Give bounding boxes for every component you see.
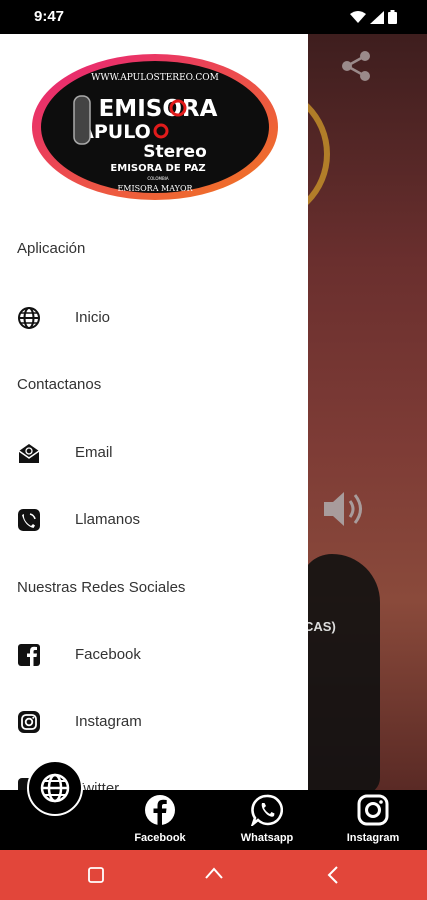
status-time: 9:47: [34, 8, 65, 25]
wifi-icon: [350, 10, 366, 23]
nav-whatsapp[interactable]: Whatsapp: [222, 794, 312, 850]
microphone-icon: [73, 95, 91, 145]
nav-label-facebook: Facebook: [134, 832, 186, 844]
station-logo: WWW.APULOSTEREO.COM EMISORA APULO Stereo…: [30, 52, 280, 202]
logo-line6: EMISORA MAYOR: [117, 184, 193, 193]
instagram-icon: [18, 711, 40, 733]
phone-icon: [18, 509, 40, 531]
share-button[interactable]: [341, 50, 371, 87]
web-fab-button[interactable]: [27, 760, 83, 816]
status-icons: [350, 10, 397, 24]
menu-label-instagram: Instagram: [75, 713, 142, 730]
menu-label-email: Email: [75, 444, 113, 461]
menu-item-facebook[interactable]: Facebook: [0, 630, 308, 680]
section-header-contactanos: Contactanos: [17, 376, 102, 393]
email-icon: [18, 444, 40, 463]
background-partial-text: CAS): [304, 619, 336, 634]
back-button[interactable]: [323, 864, 345, 886]
battery-icon: [388, 10, 397, 24]
facebook-icon: [145, 795, 175, 825]
nav-facebook[interactable]: Facebook: [115, 794, 205, 850]
menu-label-inicio: Inicio: [75, 309, 111, 326]
volume-icon: [324, 492, 362, 526]
system-navigation-bar: [0, 850, 427, 900]
nav-label-whatsapp: Whatsapp: [240, 832, 294, 844]
globe-icon: [18, 307, 40, 329]
logo-line1: EMISORA: [99, 96, 218, 122]
navigation-drawer: WWW.APULOSTEREO.COM EMISORA APULO Stereo…: [0, 34, 308, 790]
status-bar: 9:47: [0, 0, 427, 34]
menu-item-email[interactable]: Email: [0, 428, 308, 478]
logo-line4: EMISORA DE PAZ: [110, 163, 205, 174]
logo-line5: COLOMBIA: [147, 176, 169, 181]
logo-url: WWW.APULOSTEREO.COM: [91, 73, 219, 83]
share-icon: [342, 51, 370, 81]
whatsapp-icon: [251, 794, 283, 826]
facebook-icon: [18, 644, 40, 666]
globe-icon: [40, 773, 70, 803]
background-silhouette: [300, 554, 380, 790]
menu-label-llamanos: Llamanos: [75, 511, 141, 528]
home-button[interactable]: [203, 864, 225, 886]
menu-label-facebook: Facebook: [75, 646, 141, 663]
menu-item-llamanos[interactable]: Llamanos: [0, 495, 308, 545]
signal-icon: [370, 10, 384, 24]
section-header-aplicacion: Aplicación: [17, 240, 86, 257]
menu-item-instagram[interactable]: Instagram: [0, 697, 308, 747]
nav-instagram[interactable]: Instagram: [328, 794, 418, 850]
section-header-redes-sociales: Nuestras Redes Sociales: [17, 579, 186, 596]
instagram-icon: [357, 794, 389, 826]
menu-item-inicio[interactable]: Inicio: [0, 293, 308, 343]
logo-line3: Stereo: [143, 142, 207, 162]
volume-button[interactable]: [322, 489, 368, 534]
station-logo-graphic: WWW.APULOSTEREO.COM EMISORA APULO Stereo…: [32, 54, 278, 200]
nav-label-instagram: Instagram: [346, 832, 400, 844]
recent-apps-button[interactable]: [85, 864, 107, 886]
